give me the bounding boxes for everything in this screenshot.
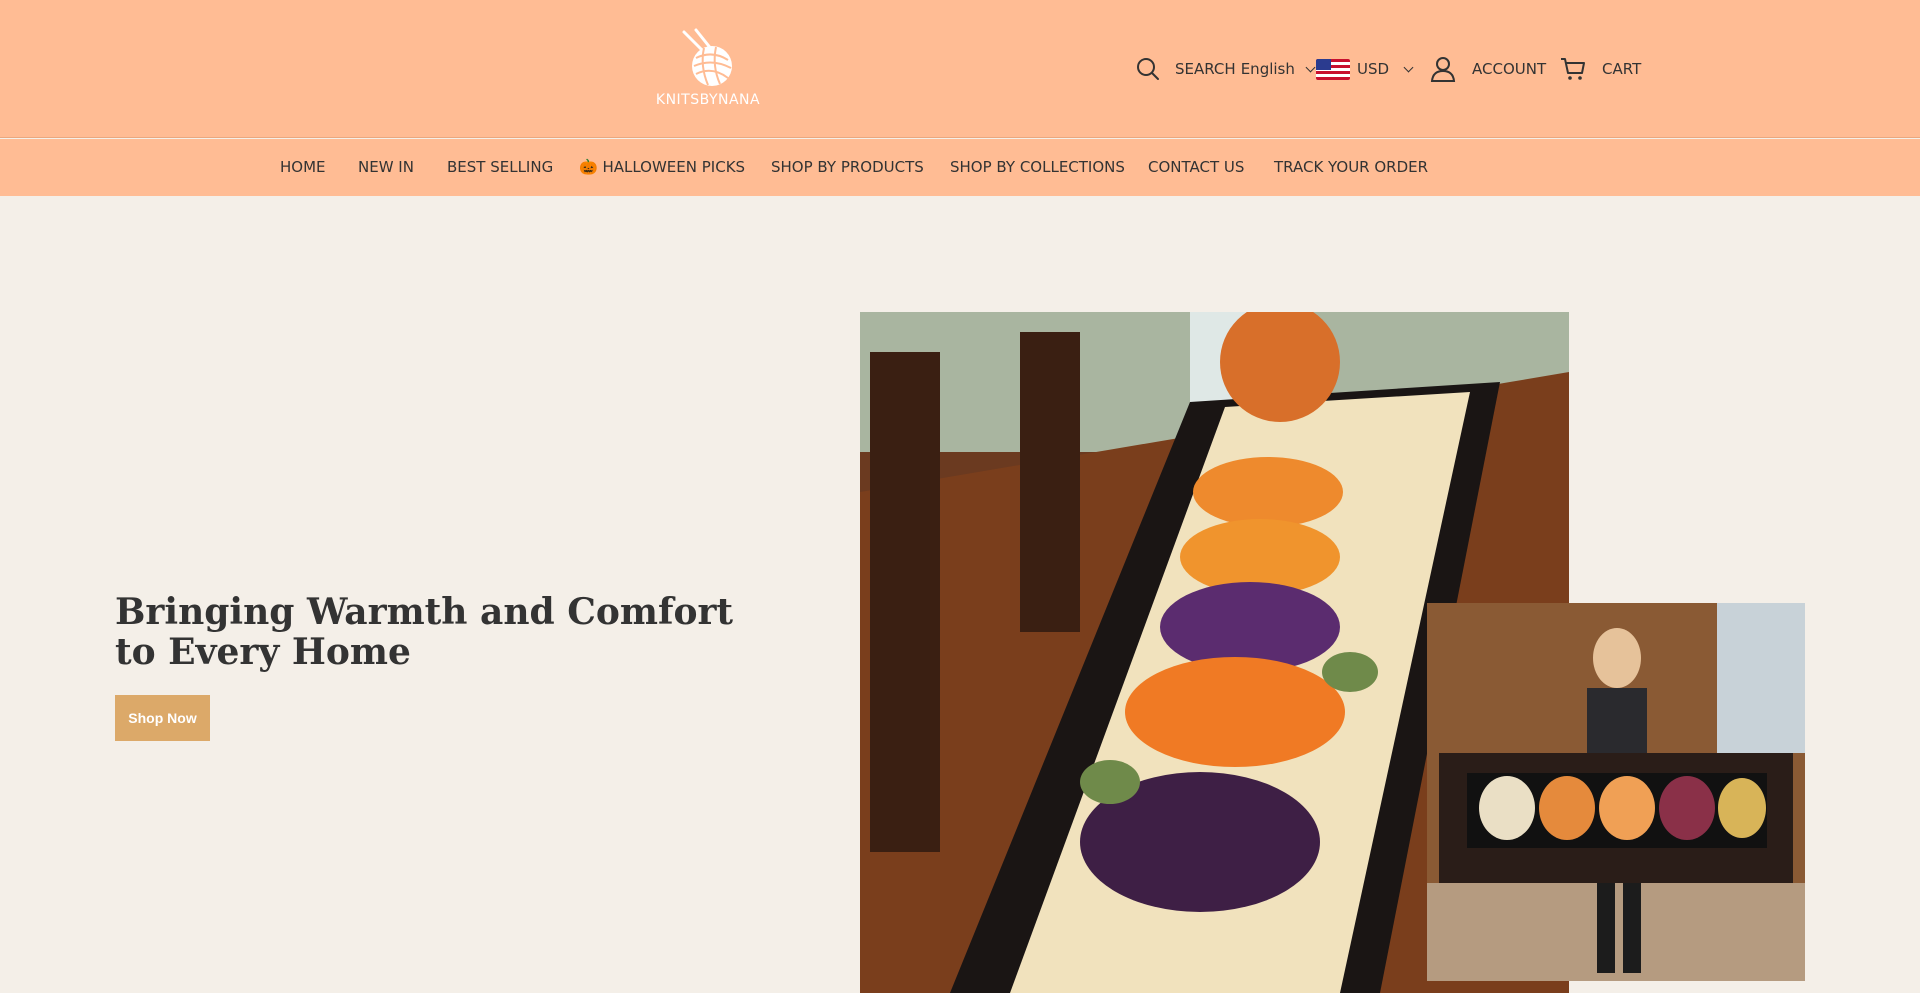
language-selector[interactable]: English (1241, 60, 1295, 78)
chevron-down-icon[interactable] (1403, 62, 1414, 72)
nav-best-selling[interactable]: BEST SELLING (447, 158, 553, 176)
us-flag-icon (1316, 58, 1350, 80)
inset-image-woman-holding-quilt (1427, 603, 1805, 981)
search-icon[interactable] (1136, 57, 1160, 81)
cart-icon[interactable] (1560, 57, 1586, 81)
account-label[interactable]: ACCOUNT (1472, 60, 1546, 78)
nav-home[interactable]: HOME (280, 158, 326, 176)
currency-selector[interactable]: USD (1316, 54, 1414, 84)
shop-now-button[interactable]: Shop Now (115, 695, 210, 741)
site-header: KNITSBYNANA SEARCH English USD ACCOUNT C… (0, 0, 1920, 138)
nav-shop-by-collections[interactable]: SHOP BY COLLECTIONS (950, 158, 1125, 176)
user-icon[interactable] (1430, 56, 1456, 82)
main-nav: HOME NEW IN BEST SELLING 🎃 HALLOWEEN PIC… (0, 139, 1920, 196)
nav-contact-us[interactable]: CONTACT US (1148, 158, 1244, 176)
currency-label[interactable]: USD (1357, 60, 1389, 78)
yarn-ball-with-needles-icon (682, 28, 732, 86)
search-label[interactable]: SEARCH (1175, 60, 1236, 78)
nav-new-in[interactable]: NEW IN (358, 158, 414, 176)
cart-label[interactable]: CART (1602, 60, 1641, 78)
chevron-down-icon[interactable] (1305, 62, 1316, 72)
nav-halloween-picks[interactable]: 🎃 HALLOWEEN PICKS (579, 158, 745, 176)
search-control[interactable]: SEARCH English (1136, 54, 1316, 84)
brand-name: KNITSBYNANA (655, 92, 761, 108)
account-link[interactable]: ACCOUNT (1430, 54, 1546, 84)
hero-title: Bringing Warmth and Comfort to Every Hom… (115, 591, 734, 673)
nav-shop-by-products[interactable]: SHOP BY PRODUCTS (771, 158, 924, 176)
nav-track-your-order[interactable]: TRACK YOUR ORDER (1274, 158, 1428, 176)
cart-link[interactable]: CART (1560, 54, 1641, 84)
site-logo[interactable]: KNITSBYNANA (655, 28, 761, 108)
